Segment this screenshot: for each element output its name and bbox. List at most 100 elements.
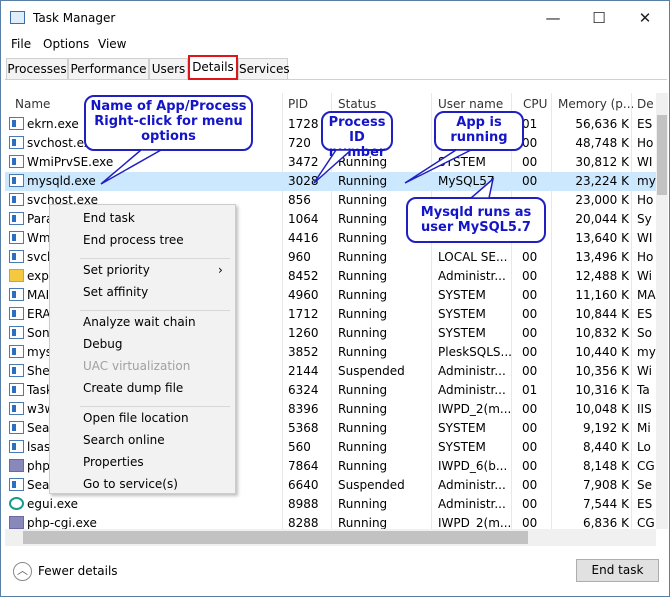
cell-cpu: 00: [522, 516, 538, 530]
cell-status: Running: [338, 459, 388, 473]
cell-status: Suspended: [338, 478, 405, 492]
horizontal-scrollbar[interactable]: [5, 529, 656, 546]
wmi-process-icon: [9, 231, 24, 244]
cell-desc: CG: [637, 459, 655, 473]
menu-item-create-dump-file[interactable]: Create dump file: [83, 381, 183, 395]
cell-pid: 3472: [288, 155, 319, 169]
menu-item-open-file-location[interactable]: Open file location: [83, 411, 189, 425]
table-row[interactable]: mysqld.exe 3028 Running MySQL57 00 23,224 K my: [5, 172, 656, 191]
cell-user: LOCAL SE...: [438, 250, 508, 264]
tab-bar: Processes Performance Users Details Serv…: [5, 55, 667, 80]
app-process-icon: [9, 288, 24, 301]
tab-performance[interactable]: Performance: [68, 58, 149, 80]
col-cpu[interactable]: CPU: [523, 97, 547, 111]
cell-mem: 10,356 K: [575, 364, 629, 378]
task-manager-icon: [10, 11, 25, 24]
app-process-icon: [9, 402, 24, 415]
cell-pid: 8396: [288, 402, 319, 416]
cell-cpu: 00: [522, 288, 538, 302]
app-process-icon: [9, 250, 24, 263]
cell-desc: ES: [637, 117, 653, 131]
tab-users[interactable]: Users: [149, 58, 188, 80]
menu-file[interactable]: File: [11, 37, 31, 51]
cell-user: PleskSQLS...: [438, 345, 512, 359]
cell-cpu: 01: [522, 117, 538, 131]
callout-running: App is running: [434, 111, 524, 151]
chevron-up-icon[interactable]: ︿: [13, 562, 32, 581]
cell-pid: 3028: [288, 174, 319, 188]
cell-pid: 6640: [288, 478, 319, 492]
folder-process-icon: [9, 269, 24, 282]
maximize-button[interactable]: ☐: [576, 5, 622, 31]
cell-mem: 6,836 K: [582, 516, 629, 530]
menu-item-debug[interactable]: Debug: [83, 337, 122, 351]
cell-status: Running: [338, 288, 388, 302]
cell-desc: ES: [637, 497, 653, 511]
cell-cpu: 00: [522, 326, 538, 340]
callout-user: Mysqld runs as user MySQL5.7: [406, 197, 546, 243]
menu-item-go-to-service-s[interactable]: Go to service(s): [83, 477, 178, 491]
menu-item-search-online[interactable]: Search online: [83, 433, 165, 447]
cell-desc: Lo: [637, 440, 651, 454]
cell-cpu: 00: [522, 155, 538, 169]
col-name[interactable]: Name: [15, 97, 50, 111]
scroll-thumb[interactable]: [657, 115, 667, 195]
cell-cpu: 00: [522, 269, 538, 283]
cell-pid: 960: [288, 250, 311, 264]
table-row[interactable]: egui.exe 8988 Running Administr... 00 7,544 K…: [5, 495, 656, 514]
tab-processes[interactable]: Processes: [6, 58, 68, 80]
chevron-right-icon: ›: [218, 263, 223, 277]
menu-item-analyze-wait-chain[interactable]: Analyze wait chain: [83, 315, 196, 329]
cell-pid: 3852: [288, 345, 319, 359]
cell-user: SYSTEM: [438, 326, 486, 340]
col-pid[interactable]: PID: [288, 97, 308, 111]
cell-status: Running: [338, 402, 388, 416]
php-process-icon: [9, 516, 24, 529]
cell-mem: 56,636 K: [575, 117, 629, 131]
vertical-scrollbar[interactable]: [656, 93, 668, 529]
close-button[interactable]: ✕: [622, 5, 668, 31]
menu-item-set-affinity[interactable]: Set affinity: [83, 285, 148, 299]
cell-cpu: 00: [522, 345, 538, 359]
cell-desc: CG: [637, 516, 655, 530]
cell-cpu: 00: [522, 440, 538, 454]
minimize-button[interactable]: —: [530, 5, 576, 31]
cell-mem: 9,192 K: [582, 421, 629, 435]
cell-desc: MA: [637, 288, 656, 302]
app-process-icon: [9, 364, 24, 377]
cell-mem: 10,440 K: [575, 345, 629, 359]
menu-item-set-priority[interactable]: Set priority: [83, 263, 150, 277]
cell-mem: 7,544 K: [582, 497, 629, 511]
menu-item-end-process-tree[interactable]: End process tree: [83, 233, 184, 247]
menu-item-uac-virtualization: UAC virtualization: [83, 359, 191, 373]
cell-mem: 48,748 K: [575, 136, 629, 150]
menu-options[interactable]: Options: [43, 37, 89, 51]
cell-mem: 13,496 K: [575, 250, 629, 264]
wmi-process-icon: [9, 155, 24, 168]
col-memory[interactable]: Memory (p...: [558, 97, 634, 111]
cell-desc: WI: [637, 231, 653, 245]
menu-view[interactable]: View: [98, 37, 126, 51]
cell-status: Running: [338, 421, 388, 435]
cell-status: Running: [338, 326, 388, 340]
cell-mem: 10,844 K: [575, 307, 629, 321]
cell-status: Running: [338, 383, 388, 397]
e-process-icon: [9, 497, 24, 510]
cell-mem: 8,440 K: [582, 440, 629, 454]
end-task-button[interactable]: End task: [576, 559, 659, 582]
cell-user: SYSTEM: [438, 440, 486, 454]
col-user[interactable]: User name: [438, 97, 503, 111]
col-status[interactable]: Status: [338, 97, 376, 111]
menu-item-end-task[interactable]: End task: [83, 211, 135, 225]
tab-services[interactable]: Services: [238, 58, 290, 80]
menu-item-properties[interactable]: Properties: [83, 455, 144, 469]
col-description[interactable]: De: [637, 97, 654, 111]
cell-status: Running: [338, 345, 388, 359]
cell-pid: 1712: [288, 307, 319, 321]
cell-mem: 7,908 K: [582, 478, 629, 492]
scroll-thumb[interactable]: [23, 531, 528, 544]
fewer-details-link[interactable]: Fewer details: [38, 564, 118, 578]
cell-desc: WI: [637, 155, 653, 169]
cell-desc: ES: [637, 307, 653, 321]
tab-details[interactable]: Details: [188, 55, 238, 80]
